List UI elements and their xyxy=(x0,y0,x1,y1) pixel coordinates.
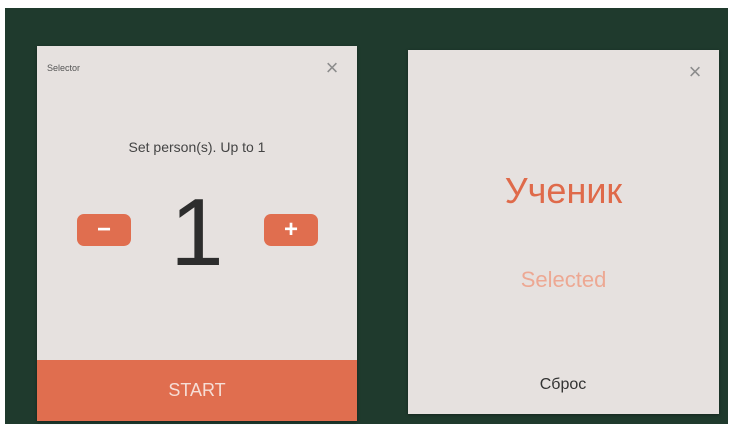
result-close-icon[interactable]: × xyxy=(684,61,706,83)
selector-card: Selector × Set person(s). Up to 1 − 1 + … xyxy=(37,46,357,421)
reset-button[interactable]: Сброс xyxy=(513,372,613,398)
person-count-instruction: Set person(s). Up to 1 xyxy=(128,139,266,155)
start-button[interactable]: START xyxy=(37,360,357,421)
selector-title: Selector xyxy=(47,63,81,73)
selection-status: Selected xyxy=(520,267,607,292)
person-count-value: 1 xyxy=(170,179,224,286)
selected-person-name: Ученик xyxy=(504,170,623,211)
increment-button[interactable]: + xyxy=(264,214,318,246)
decrement-button[interactable]: − xyxy=(77,214,131,246)
app-board: Selector × Set person(s). Up to 1 − 1 + … xyxy=(5,8,728,424)
selector-close-icon[interactable]: × xyxy=(321,57,343,79)
result-card: × Ученик Selected Сброс xyxy=(408,50,719,414)
